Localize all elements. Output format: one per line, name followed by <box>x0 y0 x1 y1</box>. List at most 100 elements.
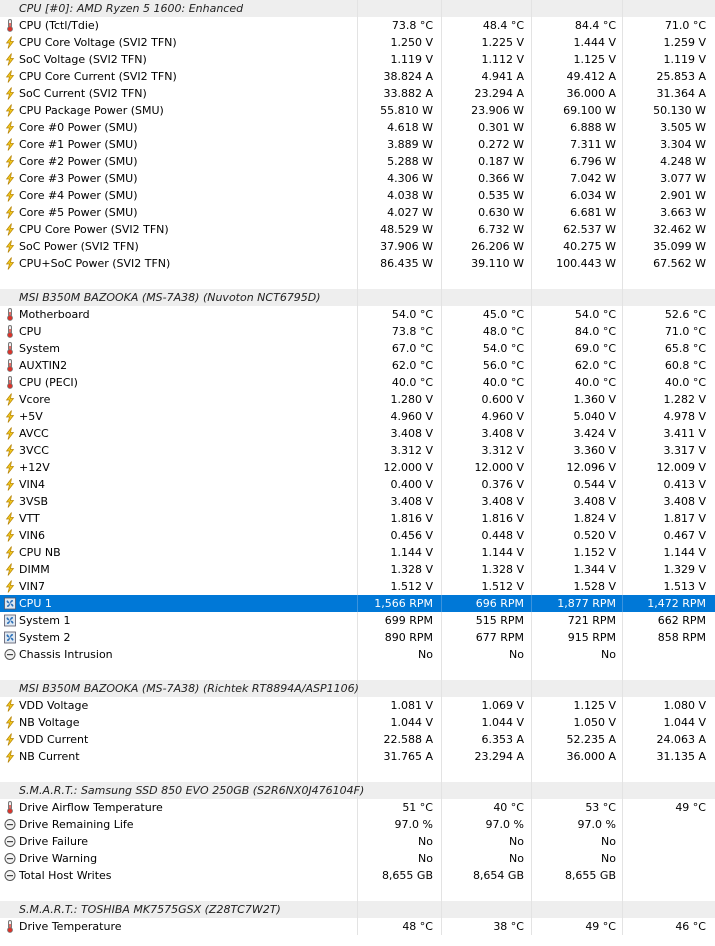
sensor-row[interactable]: VIN7 1.512 V 1.512 V 1.528 V 1.513 V <box>0 578 715 595</box>
column-separator <box>622 357 623 374</box>
sensor-row[interactable]: 3VSB 3.408 V 3.408 V 3.408 V 3.408 V <box>0 493 715 510</box>
sensor-row[interactable]: +12V 12.000 V 12.000 V 12.096 V 12.009 V <box>0 459 715 476</box>
sensor-row[interactable]: SoC Current (SVI2 TFN) 33.882 A 23.294 A 36… <box>0 85 715 102</box>
sensor-value-avg: 3.663 W <box>660 206 706 219</box>
sensor-group-header[interactable]: S.M.A.R.T.: Samsung SSD 850 EVO 250GB (S… <box>0 782 715 799</box>
sensor-row[interactable]: CPU 1 1,566 RPM 696 RPM 1,877 RPM 1,472 RPM <box>0 595 715 612</box>
sensor-row[interactable]: Core #5 Power (SMU) 4.027 W 0.630 W 6.681 W… <box>0 204 715 221</box>
sensor-group-header[interactable]: CPU [#0]: AMD Ryzen 5 1600: Enhanced <box>0 0 715 17</box>
sensor-row[interactable]: System 1 699 RPM 515 RPM 721 RPM 662 RPM <box>0 612 715 629</box>
column-separator <box>531 255 532 272</box>
sensor-row[interactable]: Motherboard 54.0 °C 45.0 °C 54.0 °C 52.6 °C <box>0 306 715 323</box>
sensor-row[interactable]: CPU (Tctl/Tdie) 73.8 °C 48.4 °C 84.4 °C 71.0… <box>0 17 715 34</box>
sensor-name: Chassis Intrusion <box>19 648 113 661</box>
column-separator <box>622 34 623 51</box>
sensor-row[interactable]: SoC Power (SVI2 TFN) 37.906 W 26.206 W 40.2… <box>0 238 715 255</box>
sensor-value-min: 1.512 V <box>481 580 524 593</box>
sensor-value-min: 1.225 V <box>481 36 524 49</box>
sensor-row[interactable]: CPU 73.8 °C 48.0 °C 84.0 °C 71.0 °C <box>0 323 715 340</box>
sensor-row[interactable]: CPU Package Power (SMU) 55.810 W 23.906 W 6… <box>0 102 715 119</box>
thermometer-icon <box>4 19 16 32</box>
sensor-value-max: 6.888 W <box>570 121 616 134</box>
sensor-group-header[interactable]: MSI B350M BAZOOKA (MS-7A38) (Richtek RT8… <box>0 680 715 697</box>
sensor-row[interactable]: CPU Core Voltage (SVI2 TFN) 1.250 V 1.225 … <box>0 34 715 51</box>
sensor-row[interactable]: CPU (PECI) 40.0 °C 40.0 °C 40.0 °C 40.0 °C <box>0 374 715 391</box>
column-separator <box>441 136 442 153</box>
sensor-row[interactable]: 3VCC 3.312 V 3.312 V 3.360 V 3.317 V <box>0 442 715 459</box>
column-separator <box>441 527 442 544</box>
column-separator <box>531 714 532 731</box>
lightning-icon <box>4 410 16 423</box>
sensor-row[interactable]: AUXTIN2 62.0 °C 56.0 °C 62.0 °C 60.8 °C <box>0 357 715 374</box>
column-separator <box>622 714 623 731</box>
group-spacer <box>0 884 715 901</box>
column-separator <box>357 561 358 578</box>
sensor-row[interactable]: Drive Warning No No No <box>0 850 715 867</box>
sensor-row[interactable]: CPU Core Current (SVI2 TFN) 38.824 A 4.941… <box>0 68 715 85</box>
sensor-row[interactable]: VDD Current 22.588 A 6.353 A 52.235 A 24.063… <box>0 731 715 748</box>
sensor-row[interactable]: Core #0 Power (SMU) 4.618 W 0.301 W 6.888 W… <box>0 119 715 136</box>
sensor-row[interactable]: VDD Voltage 1.081 V 1.069 V 1.125 V 1.080 V <box>0 697 715 714</box>
column-separator <box>357 391 358 408</box>
sensor-row[interactable]: System 67.0 °C 54.0 °C 69.0 °C 65.8 °C <box>0 340 715 357</box>
sensor-row[interactable]: CPU NB 1.144 V 1.144 V 1.152 V 1.144 V <box>0 544 715 561</box>
column-separator <box>622 901 623 918</box>
sensor-value-min: 4.960 V <box>481 410 524 423</box>
sensor-row[interactable]: Drive Temperature 48 °C 38 °C 49 °C 46 °C <box>0 918 715 935</box>
column-separator <box>441 561 442 578</box>
sensor-value-max: 7.042 W <box>570 172 616 185</box>
sensor-group-header[interactable]: MSI B350M BAZOOKA (MS-7A38) (Nuvoton NCT… <box>0 289 715 306</box>
column-separator <box>622 255 623 272</box>
sensor-value-max: 36.000 A <box>566 750 616 763</box>
sensor-value-cur: 97.0 % <box>394 818 433 831</box>
sensor-row[interactable]: NB Voltage 1.044 V 1.044 V 1.050 V 1.044 V <box>0 714 715 731</box>
sensor-row[interactable]: Core #3 Power (SMU) 4.306 W 0.366 W 7.042 W… <box>0 170 715 187</box>
sensor-row[interactable]: CPU Core Power (SVI2 TFN) 48.529 W 6.732 W… <box>0 221 715 238</box>
column-separator <box>622 459 623 476</box>
column-separator <box>622 612 623 629</box>
sensor-row[interactable]: Vcore 1.280 V 0.600 V 1.360 V 1.282 V <box>0 391 715 408</box>
sensor-row[interactable]: VTT 1.816 V 1.816 V 1.824 V 1.817 V <box>0 510 715 527</box>
column-separator <box>531 629 532 646</box>
column-separator <box>531 442 532 459</box>
sensor-value-max: No <box>601 648 616 661</box>
sensor-group-header[interactable]: S.M.A.R.T.: TOSHIBA MK7575GSX (Z28TC7W2T… <box>0 901 715 918</box>
sensor-row[interactable]: VIN4 0.400 V 0.376 V 0.544 V 0.413 V <box>0 476 715 493</box>
sensor-row[interactable]: AVCC 3.408 V 3.408 V 3.424 V 3.411 V <box>0 425 715 442</box>
column-separator <box>357 527 358 544</box>
sensor-name: CPU (PECI) <box>19 376 78 389</box>
sensor-value-min: 0.366 W <box>478 172 524 185</box>
sensor-row[interactable]: Core #1 Power (SMU) 3.889 W 0.272 W 7.311 W… <box>0 136 715 153</box>
column-separator <box>622 170 623 187</box>
sensor-name: +12V <box>19 461 50 474</box>
sensor-row[interactable]: SoC Voltage (SVI2 TFN) 1.119 V 1.112 V 1.12… <box>0 51 715 68</box>
sensor-value-avg: 3.317 V <box>663 444 706 457</box>
sensor-row[interactable]: Chassis Intrusion No No No <box>0 646 715 663</box>
column-separator <box>441 884 442 901</box>
sensor-row[interactable]: Total Host Writes 8,655 GB 8,654 GB 8,655 G… <box>0 867 715 884</box>
sensor-row[interactable]: NB Current 31.765 A 23.294 A 36.000 A 31.135… <box>0 748 715 765</box>
sensor-row[interactable]: Drive Airflow Temperature 51 °C 40 °C 53 °C… <box>0 799 715 816</box>
sensor-row[interactable]: DIMM 1.328 V 1.328 V 1.344 V 1.329 V <box>0 561 715 578</box>
sensor-value-cur: No <box>418 648 433 661</box>
sensor-name: CPU <box>19 325 42 338</box>
lightning-icon <box>4 223 16 236</box>
sensor-row[interactable]: Drive Remaining Life 97.0 % 97.0 % 97.0 % <box>0 816 715 833</box>
sensor-name: VDD Voltage <box>19 699 89 712</box>
sensor-row[interactable]: Drive Failure No No No <box>0 833 715 850</box>
column-separator <box>622 918 623 935</box>
column-separator <box>531 34 532 51</box>
lightning-icon <box>4 563 16 576</box>
sensor-row[interactable]: Core #4 Power (SMU) 4.038 W 0.535 W 6.034 W… <box>0 187 715 204</box>
column-separator <box>531 459 532 476</box>
thermometer-icon <box>4 920 16 933</box>
sensor-value-max: 8,655 GB <box>564 869 616 882</box>
lightning-icon <box>4 240 16 253</box>
sensor-row[interactable]: System 2 890 RPM 677 RPM 915 RPM 858 RPM <box>0 629 715 646</box>
sensor-row[interactable]: Core #2 Power (SMU) 5.288 W 0.187 W 6.796 W… <box>0 153 715 170</box>
sensor-row[interactable]: +5V 4.960 V 4.960 V 5.040 V 4.978 V <box>0 408 715 425</box>
sensor-value-max: 100.443 W <box>556 257 616 270</box>
sensor-row[interactable]: CPU+SoC Power (SVI2 TFN) 86.435 W 39.110 W… <box>0 255 715 272</box>
sensor-row[interactable]: VIN6 0.456 V 0.448 V 0.520 V 0.467 V <box>0 527 715 544</box>
column-separator <box>357 697 358 714</box>
